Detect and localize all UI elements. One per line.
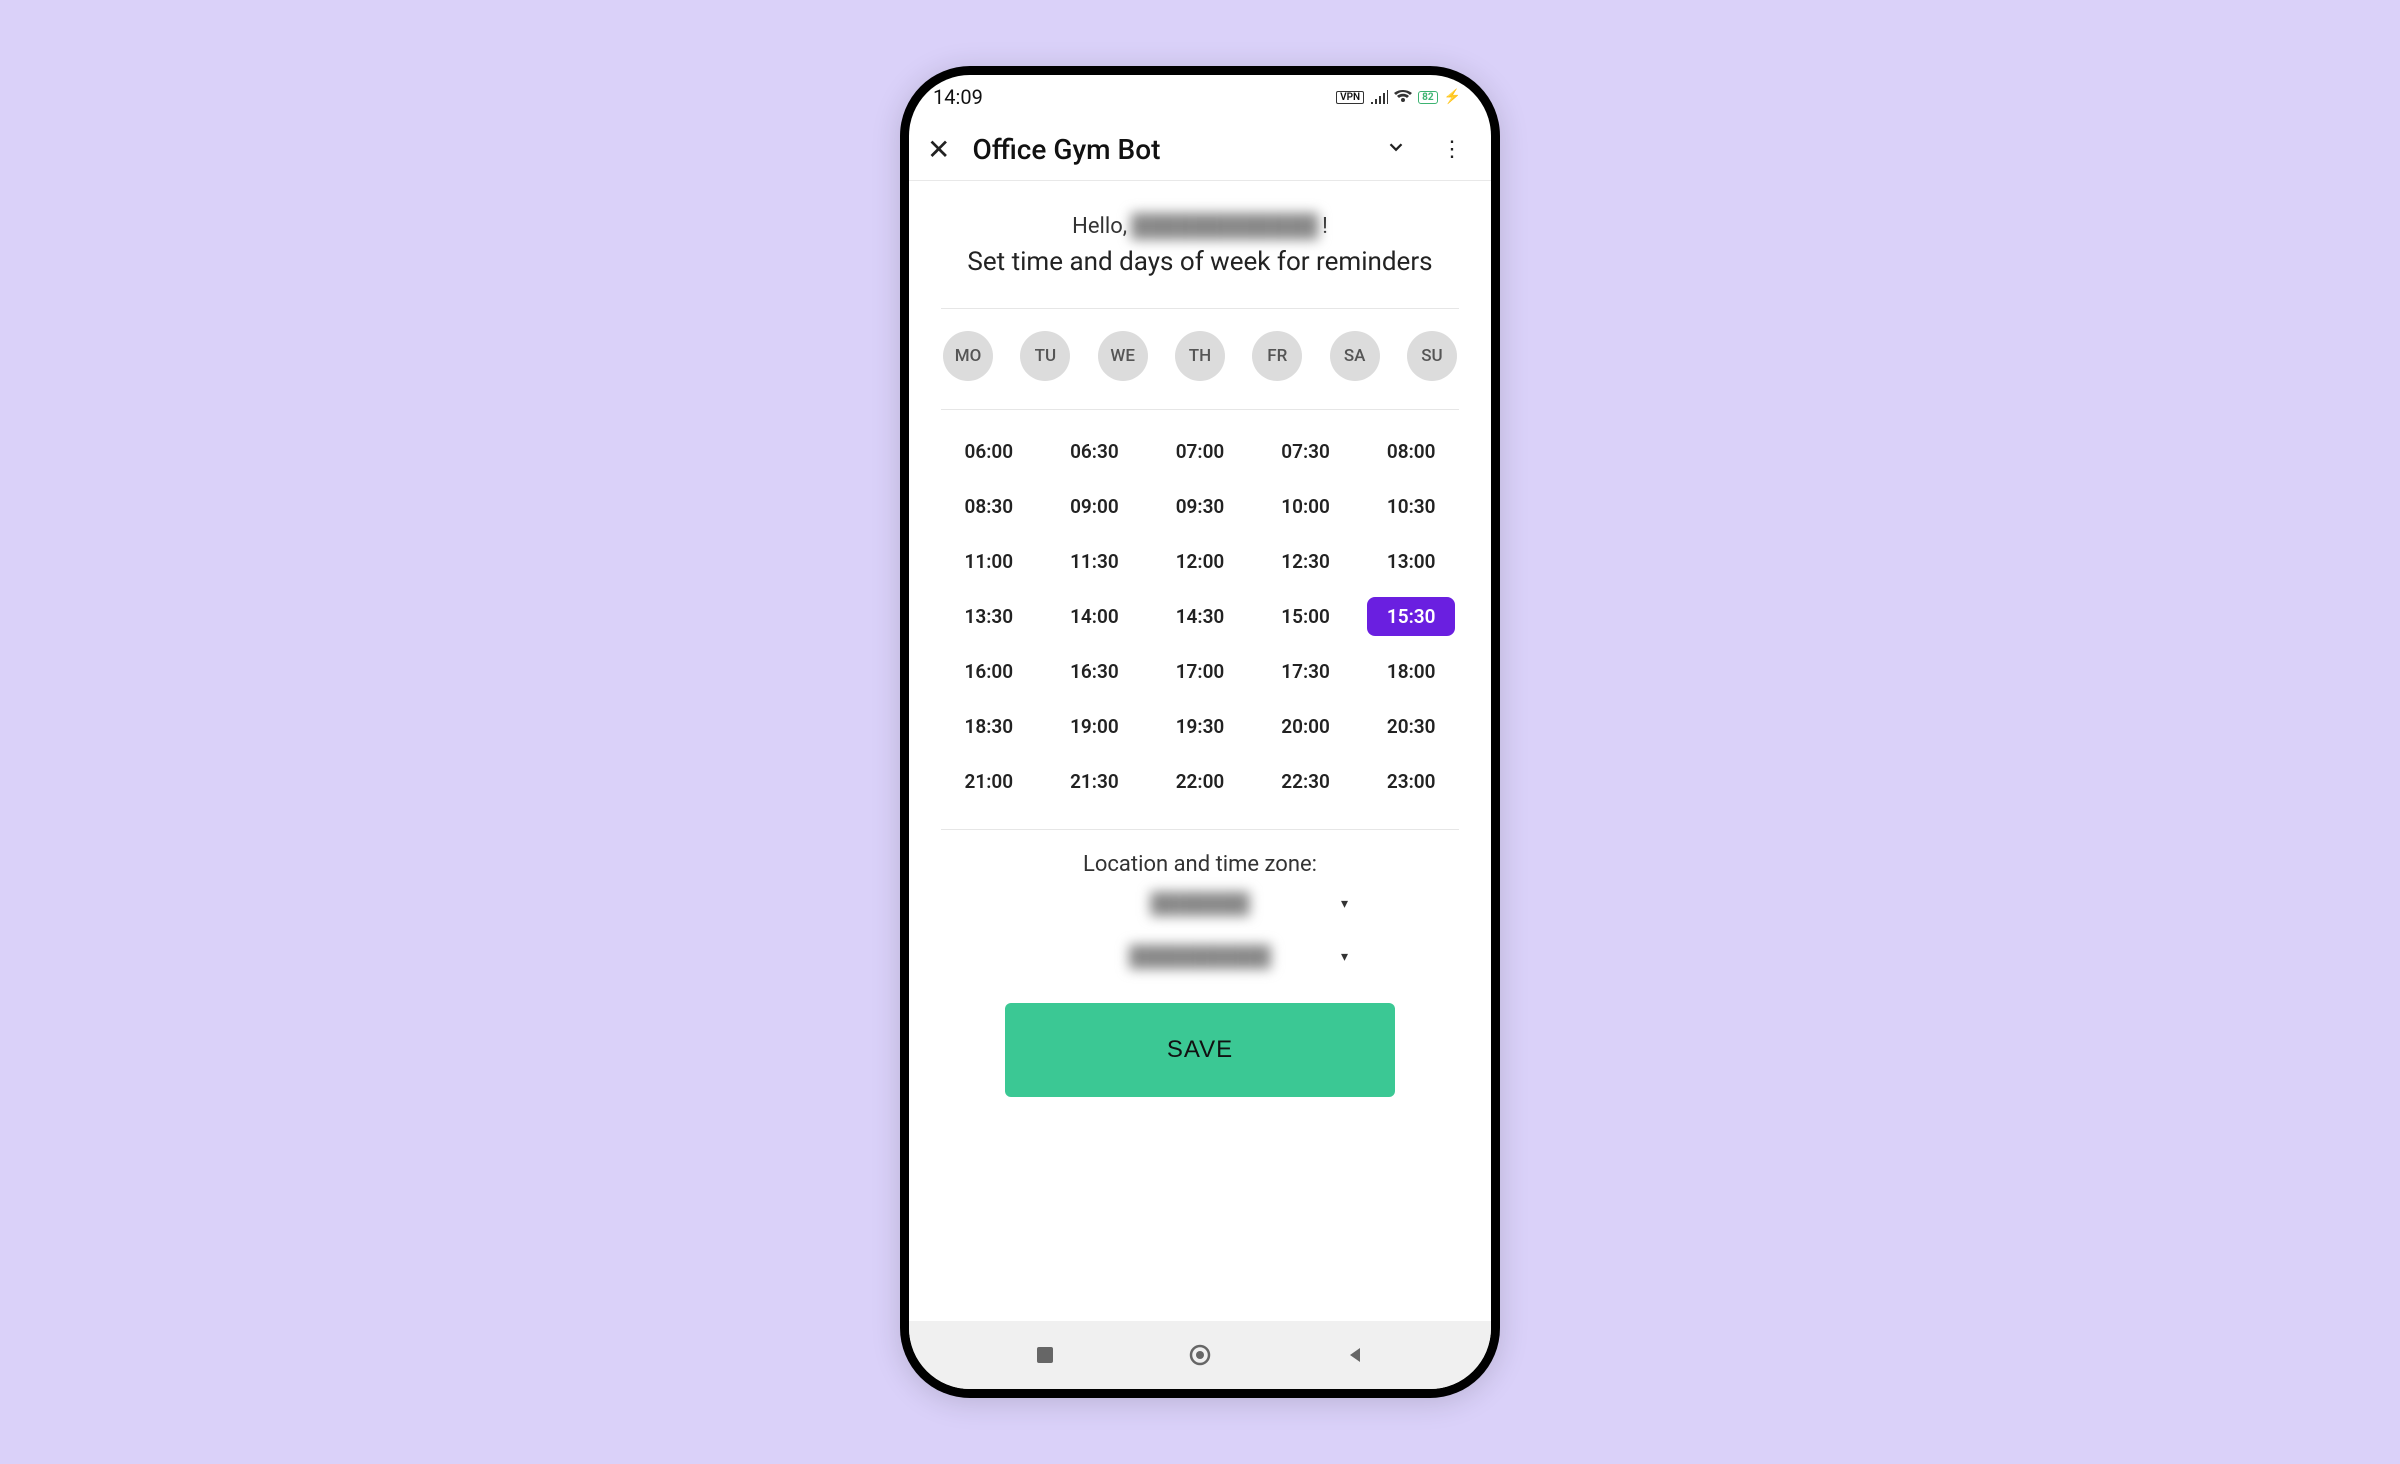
day-toggle-th[interactable]: TH	[1175, 331, 1225, 381]
time-option[interactable]: 15:00	[1262, 597, 1350, 636]
time-option[interactable]: 06:30	[1051, 432, 1139, 471]
wifi-icon	[1394, 85, 1412, 109]
day-toggle-fr[interactable]: FR	[1252, 331, 1302, 381]
bluetooth-icon: ⚡	[1444, 89, 1461, 105]
timezone-value: ██████████	[1129, 944, 1271, 969]
time-option[interactable]: 14:00	[1051, 597, 1139, 636]
content: Hello, ████████████ ! Set time and days …	[909, 181, 1491, 1321]
location-value: ███████	[1150, 891, 1249, 916]
back-button[interactable]	[1344, 1344, 1366, 1366]
day-toggle-tu[interactable]: TU	[1020, 331, 1070, 381]
time-option[interactable]: 20:00	[1262, 707, 1350, 746]
time-option[interactable]: 08:30	[945, 487, 1033, 526]
time-option[interactable]: 10:00	[1262, 487, 1350, 526]
greeting-prefix: Hello,	[1072, 214, 1127, 239]
close-icon[interactable]: ✕	[927, 136, 950, 164]
subtitle: Set time and days of week for reminders	[967, 245, 1432, 280]
time-option[interactable]: 16:00	[945, 652, 1033, 691]
greeting-suffix: !	[1322, 214, 1328, 239]
divider	[941, 308, 1459, 309]
app-bar: ✕ Office Gym Bot ⋮	[909, 119, 1491, 181]
more-icon[interactable]: ⋮	[1435, 137, 1469, 162]
time-option[interactable]: 18:30	[945, 707, 1033, 746]
time-option[interactable]: 11:00	[945, 542, 1033, 581]
divider	[941, 829, 1459, 830]
signal-icon	[1370, 85, 1388, 109]
time-option[interactable]: 10:30	[1367, 487, 1455, 526]
day-picker: MO TU WE TH FR SA SU	[941, 331, 1459, 381]
recents-button[interactable]	[1034, 1344, 1056, 1366]
time-option[interactable]: 21:30	[1051, 762, 1139, 801]
greeting: Hello, ████████████ !	[1072, 213, 1328, 239]
battery-icon: 82	[1418, 91, 1437, 104]
time-option[interactable]: 12:30	[1262, 542, 1350, 581]
time-option[interactable]: 13:30	[945, 597, 1033, 636]
time-option[interactable]: 15:30	[1367, 597, 1455, 636]
status-bar: 14:09 VPN 82 ⚡	[909, 75, 1491, 119]
time-option[interactable]: 07:00	[1156, 432, 1244, 471]
greeting-name: ████████████	[1131, 213, 1318, 239]
caret-down-icon: ▾	[1341, 949, 1348, 965]
time-option[interactable]: 13:00	[1367, 542, 1455, 581]
android-nav-bar	[909, 1321, 1491, 1389]
time-option[interactable]: 21:00	[945, 762, 1033, 801]
time-option[interactable]: 14:30	[1156, 597, 1244, 636]
status-time: 14:09	[933, 85, 983, 109]
time-option[interactable]: 09:30	[1156, 487, 1244, 526]
day-toggle-mo[interactable]: MO	[943, 331, 993, 381]
home-button[interactable]	[1187, 1342, 1213, 1368]
time-option[interactable]: 06:00	[945, 432, 1033, 471]
time-option[interactable]: 16:30	[1051, 652, 1139, 691]
time-option[interactable]: 18:00	[1367, 652, 1455, 691]
time-option[interactable]: 19:30	[1156, 707, 1244, 746]
vpn-icon: VPN	[1336, 91, 1364, 104]
location-dropdown[interactable]: ███████ ▾	[1040, 877, 1360, 930]
time-option[interactable]: 22:00	[1156, 762, 1244, 801]
time-option[interactable]: 09:00	[1051, 487, 1139, 526]
time-option[interactable]: 07:30	[1262, 432, 1350, 471]
time-option[interactable]: 22:30	[1262, 762, 1350, 801]
time-option[interactable]: 08:00	[1367, 432, 1455, 471]
time-option[interactable]: 12:00	[1156, 542, 1244, 581]
screen: 14:09 VPN 82 ⚡ ✕ Office Gym Bot ⋮	[909, 75, 1491, 1389]
time-option[interactable]: 20:30	[1367, 707, 1455, 746]
caret-down-icon: ▾	[1341, 896, 1348, 912]
status-icons: VPN 82 ⚡	[1336, 85, 1461, 109]
time-option[interactable]: 17:00	[1156, 652, 1244, 691]
page-title: Office Gym Bot	[972, 133, 1160, 166]
time-option[interactable]: 19:00	[1051, 707, 1139, 746]
timezone-dropdown[interactable]: ██████████ ▾	[1040, 930, 1360, 983]
save-button[interactable]: SAVE	[1005, 1003, 1395, 1097]
chevron-down-icon[interactable]	[1379, 136, 1413, 164]
tz-label: Location and time zone:	[1083, 852, 1317, 877]
time-grid: 06:00 06:30 07:00 07:30 08:00 08:30 09:00 09:30…	[941, 432, 1459, 801]
divider	[941, 409, 1459, 410]
day-toggle-sa[interactable]: SA	[1330, 331, 1380, 381]
time-option[interactable]: 11:30	[1051, 542, 1139, 581]
time-option[interactable]: 23:00	[1367, 762, 1455, 801]
day-toggle-su[interactable]: SU	[1407, 331, 1457, 381]
day-toggle-we[interactable]: WE	[1098, 331, 1148, 381]
time-option[interactable]: 17:30	[1262, 652, 1350, 691]
phone-frame: 14:09 VPN 82 ⚡ ✕ Office Gym Bot ⋮	[900, 66, 1500, 1398]
